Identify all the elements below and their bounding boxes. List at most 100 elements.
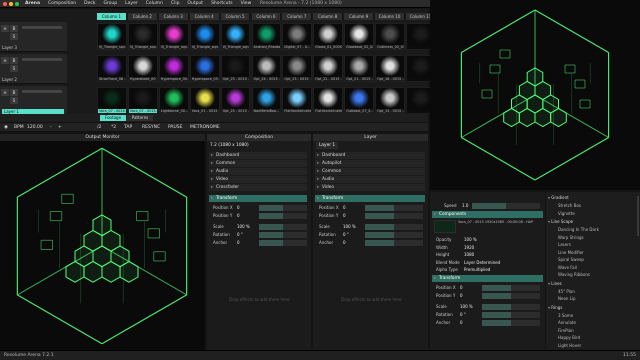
clip-prop-value[interactable]: 100 % (464, 236, 477, 243)
layer-bypass-icon[interactable]: B (10, 57, 18, 64)
prop-slider[interactable] (365, 231, 423, 238)
browser-item[interactable]: Stretch Box (558, 203, 581, 208)
browser-item[interactable]: Spiral Sweep (558, 257, 584, 262)
prop-value[interactable]: 100 % (460, 303, 473, 310)
clip-preview[interactable] (430, 0, 640, 190)
tap-button[interactable]: TAP (124, 125, 132, 130)
column-header[interactable]: Column 2 (127, 13, 158, 20)
prop-slider[interactable] (259, 231, 307, 238)
clip-cell[interactable]: NonMetalBoo... (251, 87, 282, 114)
layer-bypass-icon[interactable]: B (10, 89, 18, 96)
clip-cell[interactable]: StraeTrace_08 - ... (97, 55, 127, 82)
layer-section-common[interactable]: Common (315, 168, 425, 175)
clip-cell[interactable]: Glows_01_000S... (313, 23, 344, 50)
layer-section-video[interactable]: Video (315, 184, 425, 191)
browser-category[interactable]: Lines (548, 281, 561, 286)
speed-value[interactable]: 1.0 (462, 202, 468, 209)
composition-name[interactable]: 7.2 (1080 x 1080) (210, 142, 249, 149)
menu-clip[interactable]: Clip (171, 1, 180, 6)
clip-cell[interactable]: Glowbeat_02_02... (344, 23, 375, 50)
prop-slider[interactable] (482, 319, 540, 326)
layer-clear-icon[interactable]: ✕ (1, 57, 9, 64)
browser-item[interactable]: 45° Plan (558, 289, 575, 294)
prop-value[interactable]: 0 (460, 319, 463, 326)
comp-section-crossfader[interactable]: Crossfader (209, 184, 307, 191)
clip-cell[interactable]: FlatVanistricade... (313, 87, 344, 114)
column-header[interactable]: Column 5 (220, 13, 251, 20)
bpm-minus-button[interactable]: - (50, 125, 52, 130)
layer-section-transform[interactable]: Transform (315, 195, 425, 202)
metronome-button[interactable]: METRONOME (190, 125, 220, 130)
clip-cell[interactable]: Hyperblade_00 ... (127, 55, 158, 82)
clip-cell[interactable]: Outliness_02_03... (375, 23, 405, 50)
prop-value[interactable]: 100 % (237, 223, 250, 230)
clip-cell[interactable]: Vocs_01 - 0015 ... (189, 87, 220, 114)
browser-item[interactable]: Happy Bird (558, 335, 580, 340)
prop-slider[interactable] (482, 292, 540, 299)
prop-value[interactable]: 0 ° (237, 231, 243, 238)
column-header[interactable]: Column 6 (251, 13, 282, 20)
clip-cell[interactable]: Opt_24 - 0015 ... (251, 55, 282, 82)
prop-value[interactable]: 0 (343, 204, 346, 211)
browser-category[interactable]: Gradient (548, 195, 568, 200)
layer-label[interactable]: Layer 2 (2, 77, 17, 82)
menu-deck[interactable]: Deck (84, 1, 95, 6)
clip-cell[interactable]: Vocs_07 - 0015... (127, 87, 158, 114)
column-header[interactable]: Column 3 (158, 13, 189, 20)
layer-clear-icon[interactable]: ✕ (1, 89, 9, 96)
menu-group[interactable]: Group (103, 1, 117, 6)
browser-item[interactable]: FirePlan (558, 328, 574, 333)
clip-prop-value[interactable]: Layer Determined (464, 259, 500, 266)
layer-opacity-fader[interactable] (22, 58, 62, 61)
prop-value[interactable]: 0 ° (460, 311, 466, 318)
prop-value[interactable]: 100 % (343, 223, 356, 230)
layer-opacity-fader[interactable] (22, 26, 62, 29)
column-header[interactable]: Column 4 (189, 13, 220, 20)
layer-controls[interactable]: ✕ B S Layer 1 (0, 86, 67, 116)
clip-cell[interactable]: Opt_21 - 0015 ... (344, 55, 375, 82)
browser-category[interactable]: Rings (548, 305, 562, 310)
browser-item[interactable]: Wave Fall (558, 265, 577, 270)
output-monitor[interactable]: Output Monitor (0, 134, 205, 350)
comp-section-dashboard[interactable]: Dashboard (209, 152, 307, 159)
prop-value[interactable]: 0 (460, 284, 463, 291)
layer-clear-icon[interactable]: ✕ (1, 25, 9, 32)
clip-cell[interactable]: Android_Rheato... (251, 23, 282, 50)
layer-label[interactable]: Layer 3 (2, 45, 17, 50)
layer-solo-icon[interactable]: S (10, 97, 18, 104)
metronome-icon[interactable]: ◉ (4, 125, 8, 130)
prop-slider[interactable] (482, 311, 540, 318)
clip-section-components[interactable]: Components (432, 211, 543, 218)
clip-prop-value[interactable]: Premultiplied (464, 266, 490, 273)
layer-name-field[interactable]: Layer 1 (316, 142, 339, 149)
layer-controls[interactable]: ✕ B S Layer 3 (0, 22, 67, 52)
bpm-plus-button[interactable]: + (58, 125, 62, 130)
prop-value[interactable]: 0 (237, 239, 240, 246)
layer-section-autopilot[interactable]: Autopilot (315, 160, 425, 167)
clip-cell[interactable]: Opt_13 - 0015 ... (375, 87, 405, 114)
browser-scrollbar[interactable] (637, 196, 639, 236)
clip-cell[interactable]: Hyperspace_05... (189, 55, 220, 82)
clip-cell[interactable]: Opt_22 - 0015 ... (313, 55, 344, 82)
clip-cell[interactable]: VJ_Triangle_sqn... (127, 23, 158, 50)
column-header[interactable]: Column 1 (97, 13, 127, 20)
tab-patterns[interactable]: Patterns (127, 115, 153, 121)
browser-item[interactable]: Line Modifier (558, 250, 584, 255)
close-window-icon[interactable] (3, 1, 7, 6)
column-header[interactable]: Column 10 (375, 13, 405, 20)
menu-column[interactable]: Column (146, 1, 163, 6)
clip-cell[interactable]: VJ_Triangle_sqn... (158, 23, 189, 50)
clip-cell[interactable]: VJ_Triangle_sqn... (220, 23, 251, 50)
clip-cell[interactable]: VJ_Triangle_sqn... (189, 23, 220, 50)
column-header[interactable]: Column 7 (282, 13, 313, 20)
zoom-window-icon[interactable] (15, 1, 19, 6)
clip-cell[interactable]: Hyperspace_00... (158, 55, 189, 82)
clip-cell[interactable]: VJ_Triangle_sqn... (97, 23, 127, 50)
browser-item[interactable]: Warp Strings (558, 235, 584, 240)
clip-cell[interactable]: Digital_07 - 0... (282, 23, 313, 50)
clip-section-transform[interactable]: Transform (432, 275, 543, 282)
tab-footage[interactable]: Footage (100, 115, 126, 121)
prop-slider[interactable] (365, 223, 423, 230)
menu-output[interactable]: Output (187, 1, 203, 6)
bpm-value[interactable]: 120.00 (27, 125, 43, 130)
